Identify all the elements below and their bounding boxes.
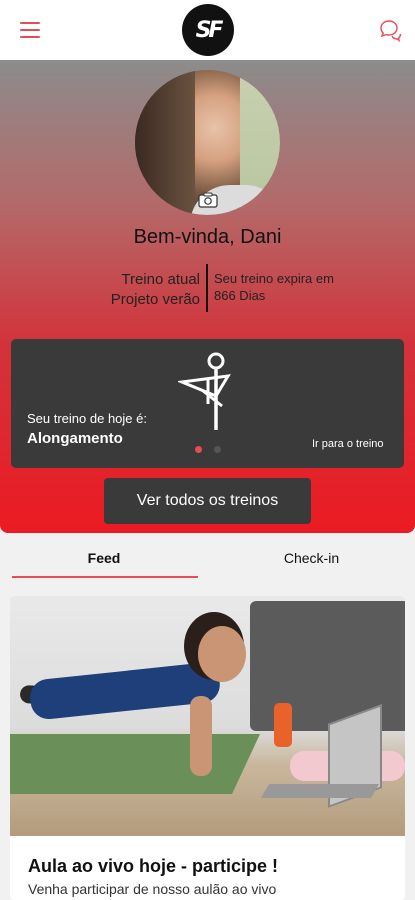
expiry-days: 866 Dias [214,288,266,303]
stretching-figure-icon [178,352,231,430]
plan-divider [206,264,208,312]
current-plan: Treino atual Projeto verão [111,270,200,310]
camera-icon[interactable] [198,192,218,208]
active-tab-indicator [12,576,198,578]
plan-label: Treino atual [121,271,200,288]
top-bar: SF [0,0,415,60]
today-workout-label: Seu treino de hoje é: [27,411,147,426]
plan-name: Projeto verão [110,291,200,308]
tab-feed[interactable]: Feed [0,550,208,566]
tab-checkin[interactable]: Check-in [208,550,415,566]
today-workout-name: Alongamento [27,430,123,447]
chat-bubbles-icon[interactable] [378,18,402,42]
welcome-greeting: Bem-vinda, Dani [133,226,282,248]
post-title: Aula ao vivo hoje - participe ! [28,856,279,876]
post-photo [10,596,405,836]
view-all-workouts-button[interactable]: Ver todos os treinos [104,478,311,524]
carousel-dot-active[interactable] [195,446,202,453]
plan-expiry: Seu treino expira em 866 Dias [214,270,334,304]
go-to-workout-link[interactable]: Ir para o treino [312,438,384,450]
expiry-text: Seu treino expira em [214,271,334,286]
post-subtitle: Venha participar de nosso aulão ao vivo [28,881,277,897]
hamburger-menu-icon[interactable] [20,22,40,38]
app-logo: SF [182,4,234,56]
feed-post-card[interactable]: Aula ao vivo hoje - participe ! Venha pa… [10,596,405,900]
carousel-dot[interactable] [214,446,221,453]
